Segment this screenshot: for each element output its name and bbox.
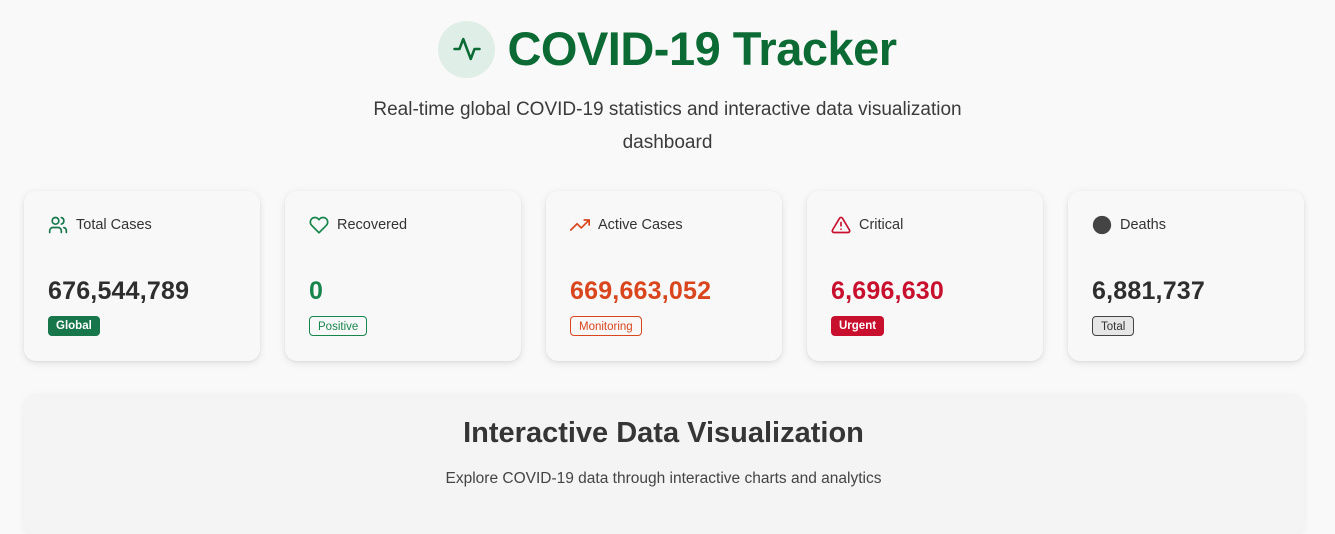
filled-circle-icon [1092,215,1112,235]
stat-label: Critical [859,217,904,233]
stat-card-recovered: Recovered 0 Positive [285,191,521,361]
stat-label: Total Cases [76,217,152,233]
status-badge: Global [48,316,100,336]
status-badge: Total [1092,316,1135,336]
stat-card-critical: Critical 6,696,630 Urgent [807,191,1043,361]
status-badge: Urgent [831,316,885,336]
visualization-subtitle: Explore COVID-19 data through interactiv… [445,470,882,487]
stat-value: 0 [309,277,324,305]
stat-card-active-cases: Active Cases 669,663,052 Monitoring [546,191,782,361]
logo-badge [438,20,496,78]
stat-label: Active Cases [598,217,683,233]
alert-triangle-icon [831,216,851,234]
page-title: COVID-19 Tracker [507,22,897,75]
users-icon [48,216,68,234]
stat-label: Recovered [337,217,408,233]
stat-value: 669,663,052 [570,277,712,305]
stat-value: 6,881,737 [1092,277,1206,305]
stat-value: 6,696,630 [831,277,945,305]
visualization-panel [24,394,1304,534]
status-badge: Positive [309,316,368,336]
app-header: COVID-19 Tracker [0,18,1335,80]
status-badge: Monitoring [570,316,642,336]
activity-pulse-icon [453,37,481,61]
subtitle-line-1: Real-time global COVID-19 statistics and… [373,99,962,120]
stat-value: 676,544,789 [48,277,190,305]
stat-card-total-cases: Total Cases 676,544,789 Global [24,191,260,361]
page-subtitle: Real-time global COVID-19 statistics and… [0,93,1335,159]
heart-icon [309,216,329,234]
visualization-title: Interactive Data Visualization [463,417,864,449]
subtitle-line-2: dashboard [622,132,713,153]
stat-label: Deaths [1120,217,1166,233]
stat-card-deaths: Deaths 6,881,737 Total [1068,191,1304,361]
trending-up-icon [570,219,590,231]
